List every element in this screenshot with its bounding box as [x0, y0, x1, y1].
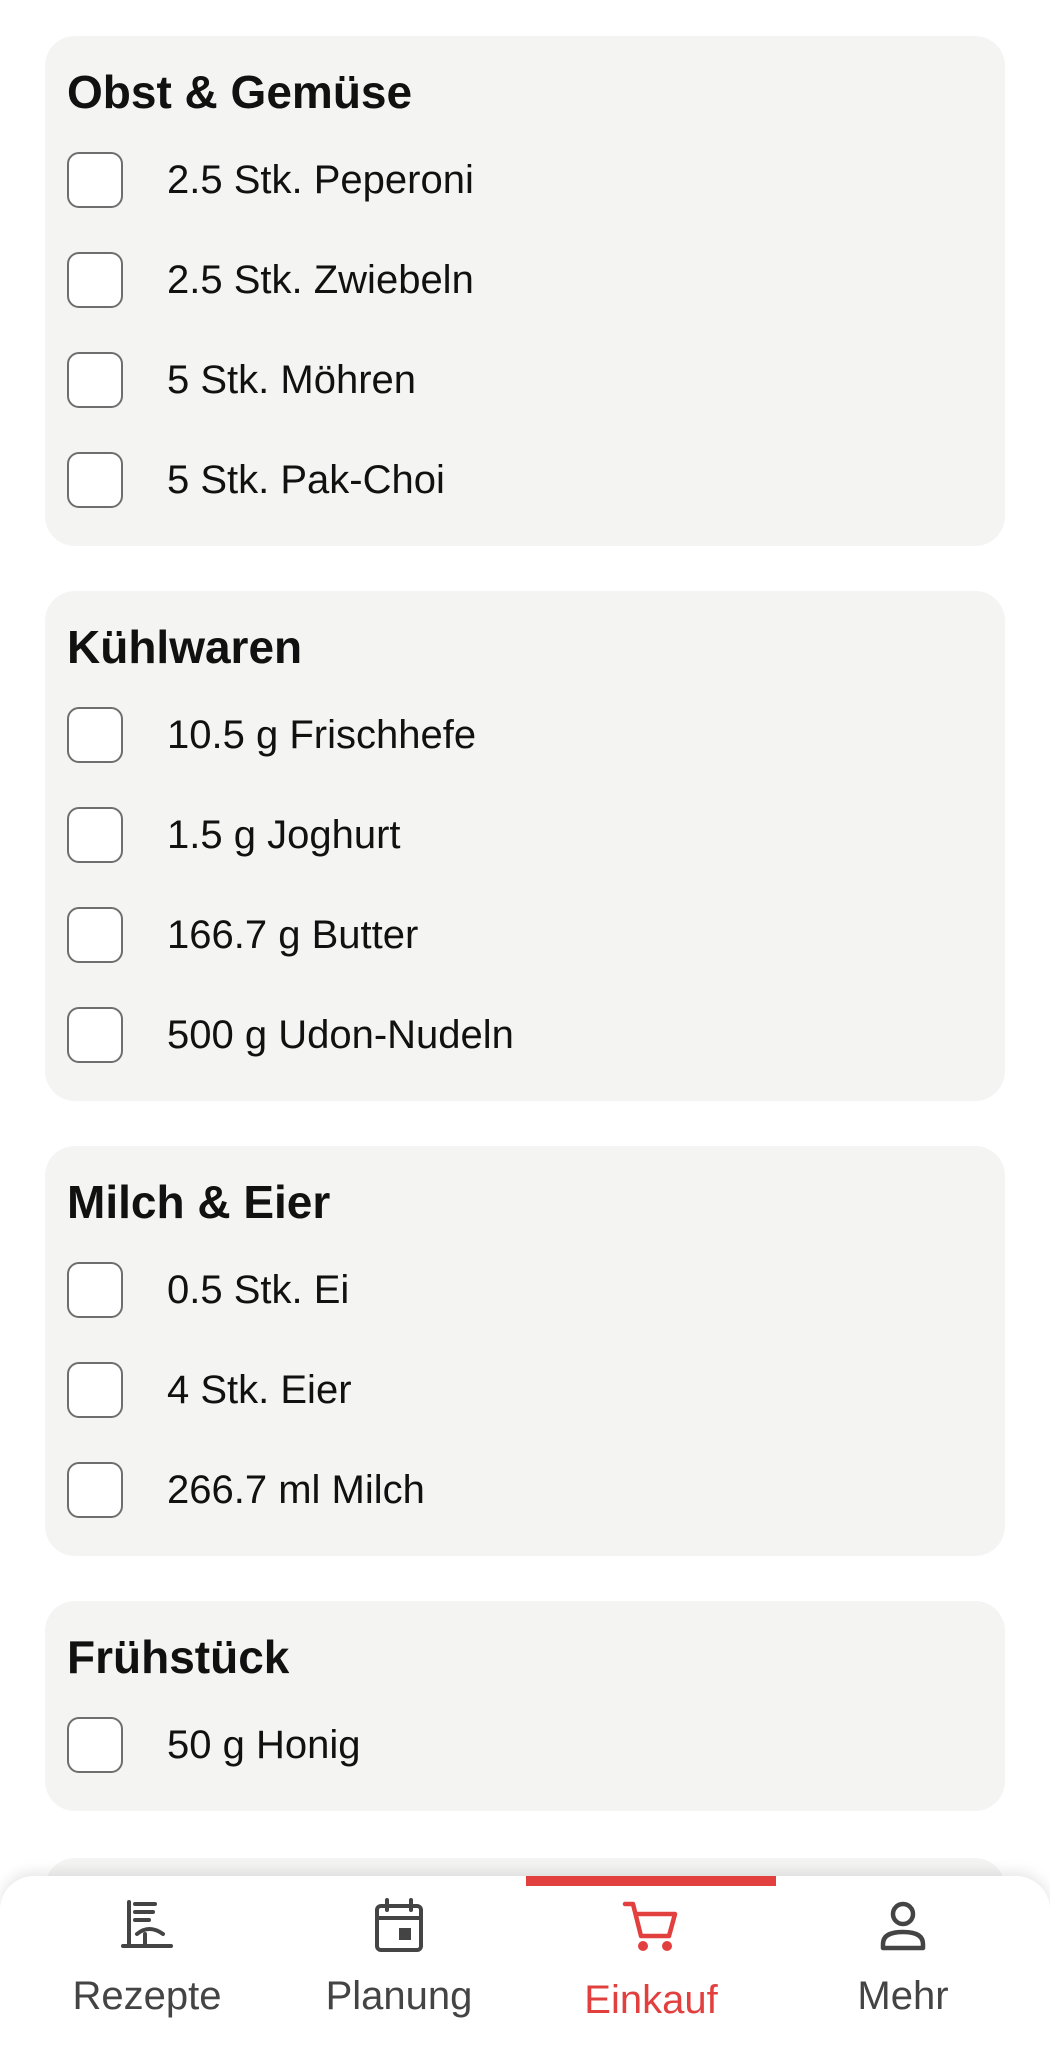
- item-label: 5 Stk. Pak-Choi: [167, 458, 445, 502]
- list-item[interactable]: 500 g Udon-Nudeln: [67, 985, 983, 1085]
- calendar-icon: [375, 1898, 423, 1952]
- item-label: 0.5 Stk. Ei: [167, 1268, 350, 1312]
- list-item[interactable]: 50 g Honig: [67, 1695, 983, 1795]
- item-label: 166.7 g Butter: [167, 913, 419, 957]
- list-item[interactable]: 0.5 Stk. Ei: [67, 1240, 983, 1340]
- item-checkbox[interactable]: [67, 252, 123, 308]
- category-card-obst-gemuese: Obst & Gemüse 2.5 Stk. Peperoni 2.5 Stk.…: [45, 36, 1005, 546]
- nav-label-einkauf: Einkauf: [584, 1978, 718, 2022]
- item-label: 5 Stk. Möhren: [167, 358, 417, 402]
- item-label: 10.5 g Frischhefe: [167, 713, 477, 757]
- nav-tab-planung[interactable]: Planung: [274, 1876, 524, 2048]
- item-checkbox[interactable]: [67, 152, 123, 208]
- list-item[interactable]: 2.5 Stk. Peperoni: [67, 130, 983, 230]
- item-checkbox[interactable]: [67, 1262, 123, 1318]
- item-checkbox[interactable]: [67, 352, 123, 408]
- item-checkbox[interactable]: [67, 1717, 123, 1773]
- shopping-list-screen: Obst & Gemüse 2.5 Stk. Peperoni 2.5 Stk.…: [0, 0, 1050, 2048]
- item-label: 2.5 Stk. Peperoni: [167, 158, 474, 202]
- recipes-icon: [121, 1900, 173, 1948]
- person-icon: [880, 1901, 926, 1951]
- list-item[interactable]: 4 Stk. Eier: [67, 1340, 983, 1440]
- list-item[interactable]: 2.5 Stk. Zwiebeln: [67, 230, 983, 330]
- list-item[interactable]: 5 Stk. Pak-Choi: [67, 430, 983, 530]
- item-label: 266.7 ml Milch: [167, 1468, 425, 1512]
- item-label: 1.5 g Joghurt: [167, 813, 401, 857]
- item-checkbox[interactable]: [67, 807, 123, 863]
- item-checkbox[interactable]: [67, 1462, 123, 1518]
- nav-tab-rezepte[interactable]: Rezepte: [22, 1876, 272, 2048]
- list-item[interactable]: 1.5 g Joghurt: [67, 785, 983, 885]
- nav-label-rezepte: Rezepte: [72, 1974, 222, 2018]
- item-checkbox[interactable]: [67, 907, 123, 963]
- item-label: 500 g Udon-Nudeln: [167, 1013, 514, 1057]
- list-item[interactable]: 5 Stk. Möhren: [67, 330, 983, 430]
- shopping-cart-icon: [622, 1901, 678, 1951]
- category-title: Frühstück: [67, 1631, 290, 1683]
- nav-tab-mehr[interactable]: Mehr: [778, 1876, 1028, 2048]
- item-checkbox[interactable]: [67, 1362, 123, 1418]
- item-label: 4 Stk. Eier: [167, 1368, 352, 1412]
- category-card-kuehlwaren: Kühlwaren 10.5 g Frischhefe 1.5 g Joghur…: [45, 591, 1005, 1101]
- shopping-list: Obst & Gemüse 2.5 Stk. Peperoni 2.5 Stk.…: [45, 36, 1005, 1856]
- item-checkbox[interactable]: [67, 452, 123, 508]
- category-title: Kühlwaren: [67, 621, 303, 673]
- list-item[interactable]: 166.7 g Butter: [67, 885, 983, 985]
- category-card-fruehstueck: Frühstück 50 g Honig: [45, 1601, 1005, 1811]
- category-title: Obst & Gemüse: [67, 66, 413, 118]
- nav-tab-einkauf[interactable]: Einkauf: [526, 1876, 776, 2048]
- list-item[interactable]: 266.7 ml Milch: [67, 1440, 983, 1540]
- item-label: 2.5 Stk. Zwiebeln: [167, 258, 474, 302]
- nav-label-planung: Planung: [325, 1974, 473, 2018]
- list-item[interactable]: 10.5 g Frischhefe: [67, 685, 983, 785]
- nav-label-mehr: Mehr: [857, 1974, 949, 2018]
- item-checkbox[interactable]: [67, 707, 123, 763]
- category-title: Milch & Eier: [67, 1176, 331, 1228]
- item-checkbox[interactable]: [67, 1007, 123, 1063]
- category-card-milch-eier: Milch & Eier 0.5 Stk. Ei 4 Stk. Eier 266…: [45, 1146, 1005, 1556]
- item-label: 50 g Honig: [167, 1723, 361, 1767]
